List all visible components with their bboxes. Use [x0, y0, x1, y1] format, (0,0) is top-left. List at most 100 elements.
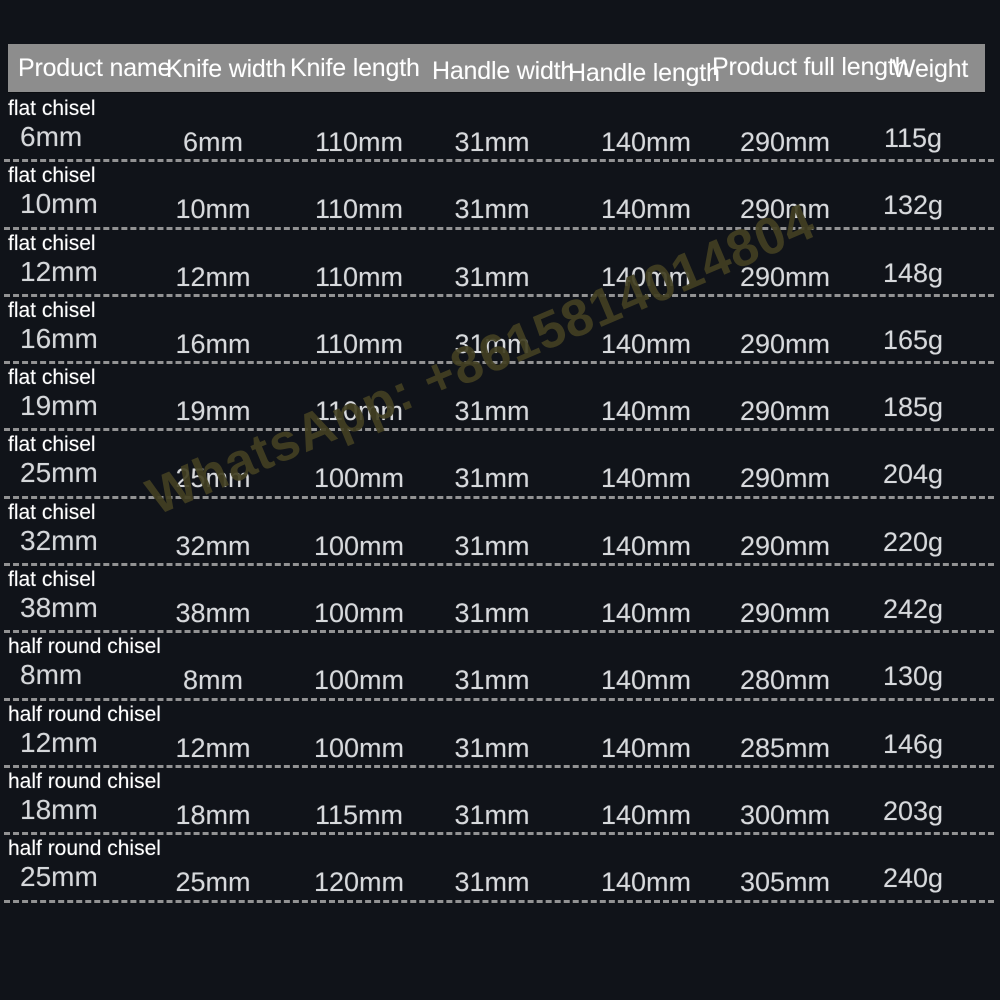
cell-handle-length: 140mm: [600, 127, 692, 157]
product-type-label: flat chisel: [8, 433, 96, 457]
cell-knife-length: 110mm: [314, 127, 404, 157]
product-type-label: half round chisel: [8, 837, 161, 861]
cell-knife-length: 110mm: [314, 328, 404, 359]
cell-product-full-length: 280mm: [739, 665, 831, 696]
cell-weight: 146g: [882, 728, 944, 759]
cell-handle-width: 31mm: [454, 598, 530, 629]
cell-handle-length: 140mm: [600, 396, 692, 427]
product-type-label: flat chisel: [8, 366, 96, 390]
table-row: flat chisel 32mm 32mm 100mm 31mm 140mm 290mm 22…: [0, 499, 1000, 567]
product-type-label: flat chisel: [8, 164, 96, 188]
table-row: flat chisel 19mm 19mm 110mm 31mm 140mm 290mm 18…: [0, 364, 1000, 432]
cell-knife-length: 100mm: [313, 598, 405, 629]
cell-knife-length: 110mm: [314, 194, 404, 225]
cell-weight: 132g: [882, 190, 944, 221]
specification-table: Product name Knife width Knife length Ha…: [0, 0, 1000, 1000]
cell-knife-width: 25mm: [175, 867, 251, 898]
table-body: flat chisel 6mm 6mm 110mm 31mm 140mm 290mm 115g…: [0, 95, 1000, 903]
cell-product-full-length: 290mm: [739, 598, 831, 629]
product-type-label: half round chisel: [8, 635, 161, 659]
cell-knife-width: 18mm: [175, 799, 251, 830]
cell-handle-length: 140mm: [600, 463, 692, 494]
cell-product-full-length: 290mm: [739, 328, 831, 359]
cell-knife-length: 100mm: [313, 463, 405, 494]
table-header-row: Product name Knife width Knife length Ha…: [8, 44, 985, 92]
cell-handle-width: 31mm: [454, 463, 530, 494]
column-header-product-name: Product name: [18, 54, 172, 82]
cell-knife-length: 115mm: [314, 799, 404, 830]
table-row: flat chisel 38mm 38mm 100mm 31mm 140mm 290mm 24…: [0, 566, 1000, 634]
cell-handle-width: 31mm: [454, 665, 530, 696]
cell-knife-length: 100mm: [313, 530, 405, 561]
product-type-label: flat chisel: [8, 500, 96, 524]
product-type-label: flat chisel: [8, 231, 96, 255]
cell-handle-length: 140mm: [600, 799, 692, 830]
cell-knife-width: 16mm: [175, 328, 251, 359]
table-row: half round chisel 18mm 18mm 115mm 31mm 140mm 3…: [0, 768, 1000, 836]
cell-handle-width: 31mm: [454, 732, 530, 763]
product-type-label: flat chisel: [8, 97, 96, 120]
cell-weight: 185g: [882, 392, 944, 423]
cell-product-full-length: 285mm: [739, 732, 831, 763]
cell-handle-length: 140mm: [600, 732, 692, 763]
cell-handle-width: 31mm: [454, 127, 530, 157]
cell-knife-width: 32mm: [175, 530, 251, 561]
column-header-knife-length: Knife length: [290, 54, 420, 82]
cell-knife-width: 19mm: [175, 396, 251, 427]
table-row: half round chisel 12mm 12mm 100mm 31mm 140mm 2…: [0, 701, 1000, 768]
row-separator: [4, 899, 994, 903]
cell-weight: 203g: [882, 795, 944, 826]
cell-handle-width: 31mm: [454, 799, 530, 830]
product-type-label: half round chisel: [8, 702, 161, 726]
cell-weight: 220g: [882, 526, 944, 557]
cell-knife-width: 6mm: [183, 127, 243, 157]
cell-knife-length: 120mm: [313, 867, 405, 898]
cell-product-full-length: 290mm: [739, 396, 831, 427]
cell-knife-width: 12mm: [175, 261, 251, 292]
cell-handle-width: 31mm: [454, 328, 530, 359]
table-row: flat chisel 25mm 25mm 100mm 31mm 140mm 290mm 20…: [0, 431, 1000, 499]
column-header-handle-width: Handle width: [432, 57, 575, 85]
cell-product-full-length: 290mm: [739, 194, 831, 225]
table-row: flat chisel 12mm 12mm 110mm 31mm 140mm 290mm 14…: [0, 230, 1000, 297]
cell-knife-width: 38mm: [175, 598, 251, 629]
cell-handle-width: 31mm: [454, 530, 530, 561]
cell-knife-length: 110mm: [314, 396, 404, 427]
table-row: half round chisel 8mm 8mm 100mm 31mm 140mm 280…: [0, 633, 1000, 701]
cell-knife-length: 110mm: [314, 261, 404, 292]
cell-product-full-length: 305mm: [739, 867, 831, 898]
cell-handle-length: 140mm: [600, 530, 692, 561]
cell-weight: 148g: [882, 257, 944, 288]
cell-handle-length: 140mm: [600, 598, 692, 629]
cell-handle-width: 31mm: [454, 194, 530, 225]
table-row: half round chisel 25mm 25mm 120mm 31mm 140mm 3…: [0, 835, 1000, 903]
cell-handle-length: 140mm: [600, 328, 692, 359]
cell-handle-width: 31mm: [454, 396, 530, 427]
product-type-label: flat chisel: [8, 568, 96, 592]
cell-product-full-length: 290mm: [739, 261, 831, 292]
cell-knife-width: 12mm: [175, 732, 251, 763]
cell-weight: 204g: [882, 459, 944, 490]
cell-knife-length: 100mm: [313, 732, 405, 763]
table-row: flat chisel 6mm 6mm 110mm 31mm 140mm 290mm 115g: [0, 95, 1000, 163]
column-header-handle-length: Handle length: [568, 59, 720, 87]
cell-product-full-length: 300mm: [739, 799, 831, 830]
cell-weight: 130g: [882, 661, 944, 692]
cell-weight: 115g: [883, 123, 943, 153]
cell-handle-length: 140mm: [600, 261, 692, 292]
product-type-label: flat chisel: [8, 298, 96, 322]
cell-product-full-length: 290mm: [739, 530, 831, 561]
cell-product-full-length: 290mm: [739, 127, 831, 157]
cell-knife-length: 100mm: [313, 665, 405, 696]
table-row: flat chisel 10mm 10mm 110mm 31mm 140mm 290mm 13…: [0, 162, 1000, 230]
column-header-product-full-length: Product full length: [712, 53, 909, 81]
cell-handle-length: 140mm: [600, 194, 692, 225]
cell-weight: 165g: [882, 324, 944, 355]
column-header-knife-width: Knife width: [166, 55, 287, 83]
table-row: flat chisel 16mm 16mm 110mm 31mm 140mm 290mm 16…: [0, 297, 1000, 365]
cell-handle-length: 140mm: [600, 867, 692, 898]
cell-knife-width: 25mm: [175, 463, 251, 494]
cell-weight: 240g: [882, 863, 944, 894]
cell-knife-width: 10mm: [175, 194, 251, 225]
cell-handle-length: 140mm: [600, 665, 692, 696]
